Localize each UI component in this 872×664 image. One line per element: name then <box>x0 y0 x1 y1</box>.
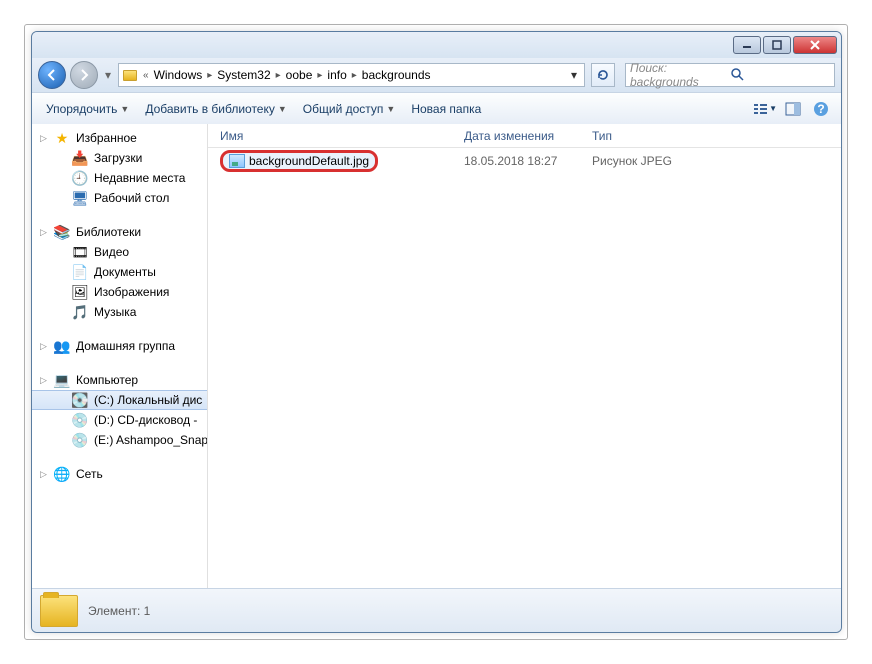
desktop-icon: 🖥 <box>72 190 88 206</box>
chevron-down-icon: ▼ <box>278 104 287 114</box>
address-dropdown-icon[interactable]: ▾ <box>566 68 582 82</box>
refresh-button[interactable] <box>591 63 615 87</box>
network-icon: 🌐 <box>54 466 70 482</box>
cd-icon: 💿 <box>72 432 88 448</box>
search-icon[interactable] <box>730 67 830 84</box>
cd-icon: 💿 <box>72 412 88 428</box>
column-type[interactable]: Тип <box>592 129 841 143</box>
navigation-bar: ▾ « Windows ▸ System32 ▸ oobe ▸ info ▸ b… <box>32 58 841 92</box>
recent-icon: 🕘 <box>72 170 88 186</box>
file-view: Имя Дата изменения Тип backgroundDefault… <box>208 124 841 588</box>
column-headers: Имя Дата изменения Тип <box>208 124 841 148</box>
drive-icon: 💽 <box>72 392 88 408</box>
sidebar-drive-c[interactable]: 💽(C:) Локальный дис <box>32 390 207 410</box>
file-name-highlight: backgroundDefault.jpg <box>220 150 378 172</box>
chevron-down-icon: ▼ <box>120 104 129 114</box>
forward-button[interactable] <box>70 61 98 89</box>
file-list: backgroundDefault.jpg 18.05.2018 18:27 Р… <box>208 148 841 588</box>
music-icon: 🎵 <box>72 304 88 320</box>
homegroup-icon: 👥 <box>54 338 70 354</box>
preview-pane-button[interactable] <box>781 98 805 120</box>
video-icon: 🎞 <box>72 244 88 260</box>
file-date: 18.05.2018 18:27 <box>464 154 592 168</box>
sidebar-downloads[interactable]: 📥Загрузки <box>32 148 207 168</box>
sidebar-music[interactable]: 🎵Музыка <box>32 302 207 322</box>
sidebar-favorites[interactable]: ★Избранное <box>32 128 207 148</box>
library-icon: 📚 <box>54 224 70 240</box>
search-input[interactable]: Поиск: backgrounds <box>625 63 835 87</box>
crumb-system32[interactable]: System32 <box>214 68 273 82</box>
sidebar-computer[interactable]: 💻Компьютер <box>32 370 207 390</box>
column-name[interactable]: Имя <box>208 129 464 143</box>
explorer-window: ▾ « Windows ▸ System32 ▸ oobe ▸ info ▸ b… <box>31 31 842 633</box>
column-date[interactable]: Дата изменения <box>464 129 592 143</box>
sidebar-recent[interactable]: 🕘Недавние места <box>32 168 207 188</box>
maximize-button[interactable] <box>763 36 791 54</box>
status-bar: Элемент: 1 <box>32 588 841 632</box>
explorer-body: ★Избранное 📥Загрузки 🕘Недавние места 🖥Ра… <box>32 124 841 588</box>
share-button[interactable]: Общий доступ▼ <box>297 98 402 120</box>
sidebar-images[interactable]: 🖼Изображения <box>32 282 207 302</box>
image-icon: 🖼 <box>72 284 88 300</box>
sidebar-desktop[interactable]: 🖥Рабочий стол <box>32 188 207 208</box>
new-folder-button[interactable]: Новая папка <box>405 98 487 120</box>
organize-button[interactable]: Упорядочить▼ <box>40 98 135 120</box>
breadcrumb-prefix[interactable]: « <box>141 70 151 81</box>
add-library-button[interactable]: Добавить в библиотеку▼ <box>139 98 292 120</box>
chevron-down-icon: ▼ <box>769 104 777 113</box>
folder-icon <box>121 66 139 84</box>
navigation-pane: ★Избранное 📥Загрузки 🕘Недавние места 🖥Ра… <box>32 124 208 588</box>
file-row[interactable]: backgroundDefault.jpg 18.05.2018 18:27 Р… <box>208 150 841 172</box>
crumb-backgrounds[interactable]: backgrounds <box>359 68 434 82</box>
crumb-oobe[interactable]: oobe <box>283 68 316 82</box>
sidebar-video[interactable]: 🎞Видео <box>32 242 207 262</box>
search-placeholder: Поиск: backgrounds <box>630 61 730 89</box>
sidebar-homegroup[interactable]: 👥Домашняя группа <box>32 336 207 356</box>
document-icon: 📄 <box>72 264 88 280</box>
minimize-button[interactable] <box>733 36 761 54</box>
screenshot-frame: ▾ « Windows ▸ System32 ▸ oobe ▸ info ▸ b… <box>24 24 848 640</box>
title-bar <box>32 32 841 58</box>
download-icon: 📥 <box>72 150 88 166</box>
sidebar-drive-d[interactable]: 💿(D:) CD-дисковод - <box>32 410 207 430</box>
view-options-button[interactable]: ▼ <box>753 98 777 120</box>
back-button[interactable] <box>38 61 66 89</box>
address-bar[interactable]: « Windows ▸ System32 ▸ oobe ▸ info ▸ bac… <box>118 63 585 87</box>
image-file-icon <box>229 154 245 168</box>
close-button[interactable] <box>793 36 837 54</box>
file-type: Рисунок JPEG <box>592 154 672 168</box>
chevron-right-icon[interactable]: ▸ <box>315 70 324 81</box>
chevron-right-icon[interactable]: ▸ <box>205 70 214 81</box>
history-dropdown-icon[interactable]: ▾ <box>102 64 114 86</box>
chevron-right-icon[interactable]: ▸ <box>350 70 359 81</box>
crumb-info[interactable]: info <box>324 68 349 82</box>
sidebar-documents[interactable]: 📄Документы <box>32 262 207 282</box>
help-button[interactable]: ? <box>809 98 833 120</box>
computer-icon: 💻 <box>54 372 70 388</box>
chevron-right-icon[interactable]: ▸ <box>274 70 283 81</box>
star-icon: ★ <box>54 130 70 146</box>
file-name: backgroundDefault.jpg <box>249 154 369 168</box>
status-text: Элемент: 1 <box>88 604 150 618</box>
breadcrumb: « Windows ▸ System32 ▸ oobe ▸ info ▸ bac… <box>141 64 434 86</box>
folder-large-icon <box>40 595 78 627</box>
command-bar: Упорядочить▼ Добавить в библиотеку▼ Общи… <box>32 92 841 124</box>
chevron-down-icon: ▼ <box>386 104 395 114</box>
sidebar-libraries[interactable]: 📚Библиотеки <box>32 222 207 242</box>
crumb-windows[interactable]: Windows <box>151 68 206 82</box>
svg-text:?: ? <box>817 102 824 116</box>
sidebar-network[interactable]: 🌐Сеть <box>32 464 207 484</box>
sidebar-drive-e[interactable]: 💿(E:) Ashampoo_Snap <box>32 430 207 450</box>
